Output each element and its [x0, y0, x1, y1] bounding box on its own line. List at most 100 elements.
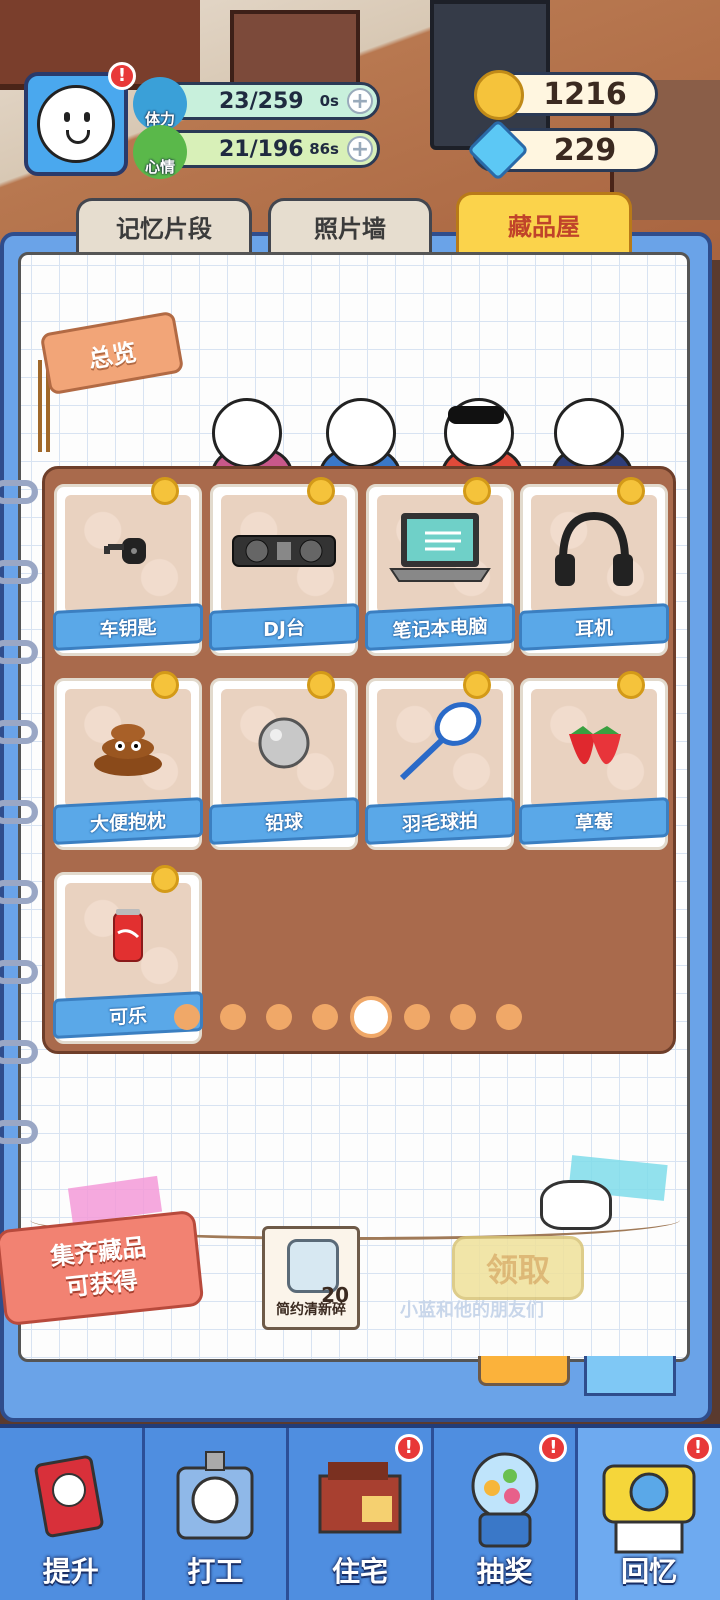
nav-alert-badge: !: [394, 1434, 423, 1462]
character-head-icon: [212, 398, 282, 468]
pin-icon: [617, 477, 645, 505]
pin-icon: [151, 477, 179, 505]
laptop-icon: [389, 513, 491, 582]
pin-icon: [151, 865, 179, 893]
character-head-icon: [554, 398, 624, 468]
room-crate: [230, 10, 360, 90]
pin-icon: [151, 671, 179, 699]
stamina-timer: 0s: [319, 92, 339, 110]
page-dot[interactable]: [496, 1004, 522, 1030]
nav-lottery[interactable]: ! 抽奖: [433, 1428, 579, 1600]
page-dot[interactable]: [174, 1004, 200, 1030]
work-badge-icon: [176, 1451, 254, 1540]
mood-bar: 心情 21/196 86s +: [133, 125, 380, 179]
collection-card[interactable]: 大便抱枕: [53, 671, 203, 850]
watermark-text: 小蓝和他的朋友们: [400, 1300, 544, 1321]
cola-can-icon: [113, 909, 143, 962]
pin-icon: [463, 671, 491, 699]
nav-upgrade[interactable]: 提升: [0, 1428, 145, 1600]
claim-button[interactable]: 领取: [452, 1236, 584, 1300]
pin-icon: [617, 671, 645, 699]
nav-work[interactable]: 打工: [144, 1428, 290, 1600]
collection-card[interactable]: 草莓: [519, 671, 669, 850]
reward-item[interactable]: 20 简约清新碎: [262, 1226, 360, 1330]
nav-label: 提升: [42, 1555, 99, 1588]
mood-add-button[interactable]: +: [347, 136, 373, 162]
pin-icon: [307, 477, 335, 505]
shot-put-icon: [258, 717, 310, 769]
tab-collection-room[interactable]: 藏品屋: [456, 192, 632, 254]
collection-card[interactable]: DJ台: [209, 477, 359, 656]
collection-card[interactable]: 笔记本电脑: [365, 477, 515, 656]
reward-item-name: 简约清新碎: [276, 1302, 346, 1318]
binder-ring: [0, 960, 38, 984]
nav-label: 回忆: [621, 1555, 678, 1588]
player-avatar[interactable]: [24, 72, 128, 176]
page-dot[interactable]: [220, 1004, 246, 1030]
collection-card-label: 羽毛球拍: [365, 797, 515, 845]
collection-card-label: 耳机: [519, 603, 669, 651]
tab-photo-wall[interactable]: 照片墙: [268, 198, 432, 252]
nav-home[interactable]: ! 住宅: [289, 1428, 434, 1600]
pin-icon: [463, 477, 491, 505]
binder-ring: [0, 720, 38, 744]
mood-value: 21/196: [219, 136, 304, 162]
nav-memories[interactable]: ! 回忆: [578, 1428, 720, 1600]
collection-card[interactable]: 耳机: [519, 477, 669, 656]
binder-ring: [0, 1040, 38, 1064]
gem-value: 229: [553, 132, 617, 168]
tab-label: 照片墙: [314, 215, 386, 243]
dj-turntable-icon: [232, 535, 336, 567]
stamina-value: 23/259: [219, 88, 304, 114]
binder-ring: [0, 560, 38, 584]
book-icon: [34, 1455, 104, 1538]
page-dot[interactable]: [450, 1004, 476, 1030]
collection-card-label: 草莓: [519, 797, 669, 845]
nav-label: 抽奖: [476, 1555, 533, 1588]
collection-card-label: 铅球: [209, 797, 359, 845]
collection-card-label: 笔记本电脑: [365, 603, 515, 651]
collection-card[interactable]: 车钥匙: [53, 477, 203, 656]
gacha-machine-icon: [471, 1452, 539, 1548]
stamina-add-button[interactable]: +: [347, 88, 373, 114]
page-bookmark: [478, 1356, 570, 1386]
page-dot[interactable]: [312, 1004, 338, 1030]
nav-alert-badge: !: [683, 1434, 712, 1462]
binder-ring: [0, 800, 38, 824]
strawberry-icon: [569, 726, 621, 765]
page-dot[interactable]: [404, 1004, 430, 1030]
stamina-bar: 体力 23/259 0s +: [133, 77, 380, 131]
cat-icon: [540, 1180, 612, 1230]
avatar-alert-badge: !: [108, 62, 136, 90]
collection-card[interactable]: 羽毛球拍: [365, 671, 515, 850]
claim-label: 领取: [485, 1251, 550, 1289]
binder-ring: [0, 1120, 38, 1144]
camera-icon: [602, 1464, 696, 1554]
badminton-racket-icon: [399, 702, 482, 781]
poop-pillow-icon: [94, 724, 162, 776]
collection-card-label: 车钥匙: [53, 603, 203, 651]
car-key-icon: [104, 538, 146, 564]
nav-alert-badge: !: [539, 1434, 568, 1462]
collection-card-label: 大便抱枕: [53, 797, 203, 845]
pin-icon: [307, 671, 335, 699]
tab-label: 藏品屋: [508, 213, 580, 241]
page-dot-current[interactable]: [350, 996, 392, 1038]
coin-icon: [474, 70, 524, 120]
avatar-face-icon: [37, 85, 115, 163]
heart-icon: 心情: [133, 125, 187, 179]
nav-label: 打工: [187, 1555, 244, 1588]
tab-label: 记忆片段: [116, 215, 212, 243]
tab-memory-fragments[interactable]: 记忆片段: [76, 198, 252, 252]
headphones-icon: [555, 511, 633, 586]
binder-ring: [0, 880, 38, 904]
collection-card-label: DJ台: [209, 603, 359, 651]
collection-card[interactable]: 铅球: [209, 671, 359, 850]
stamina-icon: 体力: [133, 77, 187, 131]
reward-line2: 可获得: [64, 1266, 139, 1302]
nav-label: 住宅: [331, 1555, 388, 1588]
sunglasses-icon: [448, 406, 504, 424]
binder-ring: [0, 640, 38, 664]
page-dot[interactable]: [266, 1004, 292, 1030]
bottom-nav: 提升 打工 ! 住宅 ! 抽奖 ! 回忆: [0, 1424, 720, 1600]
